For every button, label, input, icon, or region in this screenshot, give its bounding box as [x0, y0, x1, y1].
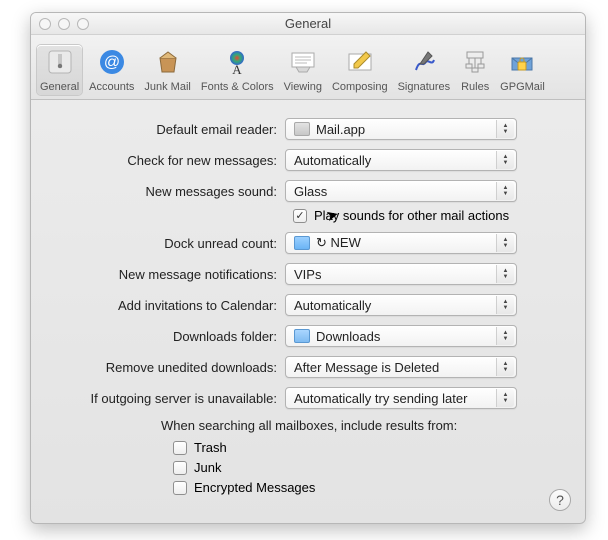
toolbar-label: Viewing — [284, 81, 322, 93]
label-encrypted: Encrypted Messages — [194, 480, 315, 495]
chevron-updown-icon: ▲▼ — [496, 120, 514, 138]
popup-default-reader[interactable]: Mail.app ▲▼ — [285, 118, 517, 140]
toolbar-item-accounts[interactable]: @ Accounts — [86, 45, 137, 95]
toolbar-label: Junk Mail — [144, 81, 190, 93]
popup-dock-unread[interactable]: ↻ NEW ▲▼ — [285, 232, 517, 254]
toolbar-label: Accounts — [89, 81, 134, 93]
chevron-updown-icon: ▲▼ — [496, 296, 514, 314]
popup-value: Mail.app — [316, 122, 365, 137]
rules-icon — [460, 47, 490, 77]
junk-icon — [153, 47, 183, 77]
checkbox-play-sounds[interactable] — [293, 209, 307, 223]
label-dock-unread: Dock unread count: — [53, 236, 285, 251]
folder-icon — [294, 236, 310, 250]
popup-value: Automatically try sending later — [294, 391, 467, 406]
popup-value: ↻ NEW — [316, 235, 361, 251]
toolbar-item-junk[interactable]: Junk Mail — [141, 45, 193, 95]
mail-app-icon — [294, 122, 310, 136]
chevron-updown-icon: ▲▼ — [496, 265, 514, 283]
svg-text:@: @ — [104, 54, 120, 71]
label-notifications: New message notifications: — [53, 267, 285, 282]
viewing-icon — [288, 47, 318, 77]
toolbar-label: Fonts & Colors — [201, 81, 274, 93]
composing-icon — [345, 47, 375, 77]
toolbar-label: GPGMail — [500, 81, 545, 93]
label-play-sounds: Play sounds for other mail actions — [314, 208, 509, 223]
toolbar-label: Signatures — [398, 81, 451, 93]
label-add-invitations: Add invitations to Calendar: — [53, 298, 285, 313]
popup-value: Downloads — [316, 329, 380, 344]
label-new-sound: New messages sound: — [53, 184, 285, 199]
popup-value: After Message is Deleted — [294, 360, 439, 375]
signatures-icon — [409, 47, 439, 77]
row-play-sounds: Play sounds for other mail actions ➤ — [293, 208, 563, 223]
popup-value: Automatically — [294, 298, 371, 313]
toolbar-item-viewing[interactable]: Viewing — [281, 45, 325, 95]
label-outgoing-unavail: If outgoing server is unavailable: — [53, 391, 285, 406]
popup-downloads[interactable]: Downloads ▲▼ — [285, 325, 517, 347]
help-icon: ? — [556, 492, 564, 508]
help-button[interactable]: ? — [549, 489, 571, 511]
toolbar-item-signatures[interactable]: Signatures — [395, 45, 454, 95]
slider-icon — [45, 47, 75, 77]
preferences-window: General General @ Accounts Junk Mail A F… — [30, 12, 586, 524]
popup-check-messages[interactable]: Automatically ▲▼ — [285, 149, 517, 171]
svg-text:A: A — [233, 62, 243, 76]
label-junk: Junk — [194, 460, 221, 475]
folder-icon — [294, 329, 310, 343]
toolbar-label: Composing — [332, 81, 388, 93]
row-trash: Trash — [173, 440, 563, 455]
gpgmail-icon — [507, 47, 537, 77]
toolbar-item-composing[interactable]: Composing — [329, 45, 391, 95]
label-search-header: When searching all mailboxes, include re… — [161, 418, 563, 433]
row-junk: Junk — [173, 460, 563, 475]
label-downloads: Downloads folder: — [53, 329, 285, 344]
titlebar: General — [31, 13, 585, 35]
chevron-updown-icon: ▲▼ — [496, 182, 514, 200]
label-trash: Trash — [194, 440, 227, 455]
popup-new-sound[interactable]: Glass ▲▼ — [285, 180, 517, 202]
fonts-colors-icon: A — [222, 47, 252, 77]
chevron-updown-icon: ▲▼ — [496, 151, 514, 169]
checkbox-trash[interactable] — [173, 441, 187, 455]
toolbar-item-fonts[interactable]: A Fonts & Colors — [198, 45, 277, 95]
toolbar-item-general[interactable]: General — [37, 45, 82, 95]
toolbar-label: Rules — [461, 81, 489, 93]
popup-notifications[interactable]: VIPs ▲▼ — [285, 263, 517, 285]
chevron-updown-icon: ▲▼ — [496, 234, 514, 252]
panel-general: Default email reader: Mail.app ▲▼ Check … — [31, 100, 585, 514]
chevron-updown-icon: ▲▼ — [496, 327, 514, 345]
chevron-updown-icon: ▲▼ — [496, 389, 514, 407]
window-title: General — [31, 16, 585, 31]
toolbar-item-gpgmail[interactable]: GPGMail — [497, 45, 548, 95]
label-check-messages: Check for new messages: — [53, 153, 285, 168]
label-default-reader: Default email reader: — [53, 122, 285, 137]
toolbar: General @ Accounts Junk Mail A Fonts & C… — [31, 35, 585, 100]
checkbox-encrypted[interactable] — [173, 481, 187, 495]
popup-value: Automatically — [294, 153, 371, 168]
toolbar-item-rules[interactable]: Rules — [457, 45, 493, 95]
toolbar-label: General — [40, 81, 79, 93]
chevron-updown-icon: ▲▼ — [496, 358, 514, 376]
label-remove-unedited: Remove unedited downloads: — [53, 360, 285, 375]
popup-value: Glass — [294, 184, 327, 199]
popup-value: VIPs — [294, 267, 321, 282]
popup-remove-unedited[interactable]: After Message is Deleted ▲▼ — [285, 356, 517, 378]
row-encrypted: Encrypted Messages — [173, 480, 563, 495]
checkbox-junk[interactable] — [173, 461, 187, 475]
popup-outgoing-unavail[interactable]: Automatically try sending later ▲▼ — [285, 387, 517, 409]
at-icon: @ — [97, 47, 127, 77]
popup-add-invitations[interactable]: Automatically ▲▼ — [285, 294, 517, 316]
